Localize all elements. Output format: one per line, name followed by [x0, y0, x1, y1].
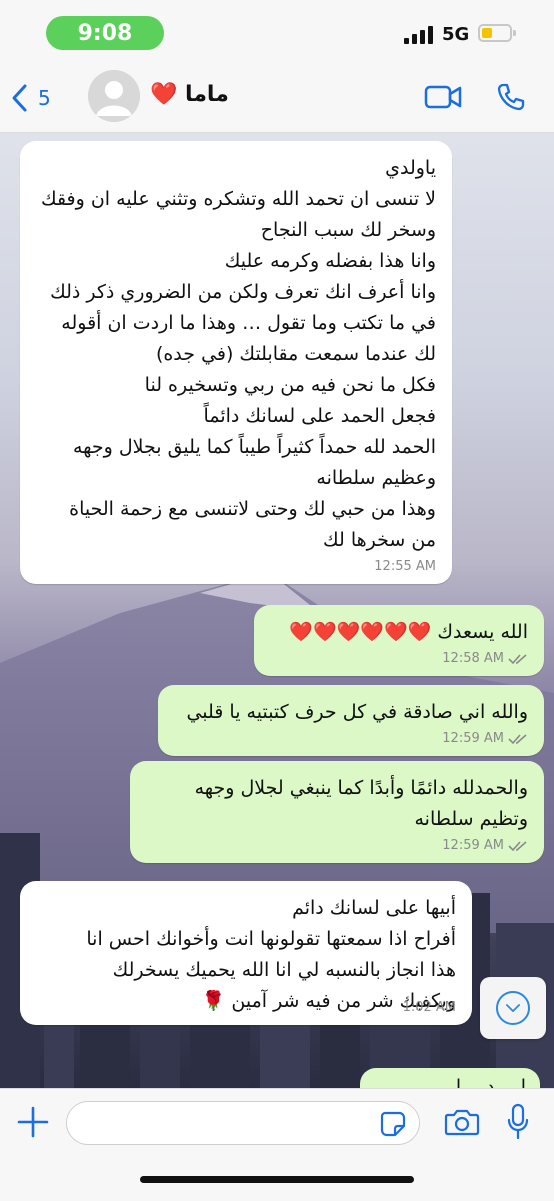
message-line: وتظيم سلطانه	[414, 808, 528, 830]
camera-icon[interactable]	[444, 1107, 480, 1137]
plus-icon[interactable]	[16, 1105, 50, 1139]
unread-count: 5	[38, 86, 51, 110]
message-line: أبيها على لسانك دائم	[292, 897, 456, 919]
status-bar: 9:08 5G	[0, 0, 554, 64]
message-line: ا…ـد…ـا…ـي …	[390, 1076, 526, 1088]
message-line: لا تنسى ان تحمد الله وتشكره وتثني عليه ا…	[40, 188, 436, 210]
message-line: هذا انجاز بالنسبه لي انا الله يحميك يسخر…	[112, 959, 456, 981]
chat-area[interactable]: ياولدي لا تنسى ان تحمد الله وتشكره وتثني…	[0, 133, 554, 1088]
message-meta: 12:58 AM	[270, 650, 528, 668]
message-line: وسخر لك سبب النجاح	[260, 219, 436, 241]
phone-call-icon[interactable]	[496, 82, 526, 112]
read-ticks-icon	[508, 653, 527, 664]
battery-icon	[478, 24, 516, 42]
message-time: 12:58 AM	[442, 651, 504, 666]
message-line: والله اني صادقة في كل حرف كتبتيه يا قلبي	[186, 701, 528, 723]
message-input[interactable]	[66, 1101, 420, 1145]
message-line: وانا هذا بفضله وكرمه عليك	[224, 250, 436, 272]
message-meta: 12:59 AM	[174, 730, 528, 748]
signal-icon	[404, 26, 436, 44]
message-line: الله يسعدك ❤️❤️❤️❤️❤️❤️	[289, 621, 528, 643]
status-time: 9:08	[46, 16, 164, 50]
sticker-icon[interactable]	[380, 1111, 406, 1137]
contact-name[interactable]: ماما ❤️	[150, 82, 229, 107]
chevron-down-icon	[496, 991, 530, 1025]
message-outgoing-partial[interactable]: ا…ـد…ـا…ـي …	[360, 1068, 540, 1088]
avatar[interactable]	[88, 70, 140, 122]
message-line: والحمدلله دائمًا وأبدًا كما ينبغي لجلال …	[194, 777, 528, 799]
message-line: ياولدي	[385, 157, 436, 179]
message-line: وانا أعرف انك تعرف ولكن من الضروري ذكر ذ…	[50, 281, 436, 303]
read-ticks-icon	[508, 840, 527, 851]
message-line: وهذا من حبي لك وحتى لاتنسى مع زحمة الحيا…	[69, 498, 436, 520]
message-line: فجعل الحمد على لسانك دائماً	[203, 405, 436, 427]
message-outgoing[interactable]: والله اني صادقة في كل حرف كتبتيه يا قلبي…	[158, 685, 544, 756]
message-incoming[interactable]: ياولدي لا تنسى ان تحمد الله وتشكره وتثني…	[20, 141, 452, 584]
microphone-icon[interactable]	[506, 1103, 530, 1141]
home-indicator	[140, 1176, 414, 1183]
back-button[interactable]: 5	[10, 82, 51, 114]
chevron-left-icon	[12, 84, 27, 112]
message-line: لك عندما سمعت مقابلتك (في جده)	[155, 343, 436, 365]
message-line: فكل ما نحن فيه من ربي وتسخيره لنا	[144, 374, 436, 396]
message-line: من سخرها لك	[323, 529, 436, 551]
message-outgoing[interactable]: والحمدلله دائمًا وأبدًا كما ينبغي لجلال …	[130, 761, 544, 863]
message-time: 12:59 AM	[442, 731, 504, 746]
message-time: 12:59 AM	[442, 838, 504, 853]
message-line: وعظيم سلطانه	[316, 467, 436, 489]
chat-header: 5 ماما ❤️	[0, 64, 554, 133]
message-line: في ما تكتب وما تقول … وهذا ما اردت ان أق…	[61, 312, 436, 334]
message-meta: 12:59 AM	[146, 837, 528, 855]
message-line: الحمد لله حمداً كثيراً طيباً كما يليق بج…	[72, 436, 436, 458]
message-incoming[interactable]: أبيها على لسانك دائم أفراح اذا سمعتها تق…	[20, 881, 472, 1025]
read-ticks-icon	[508, 733, 527, 744]
message-time: 12:55 AM	[374, 559, 436, 574]
video-call-icon[interactable]	[424, 84, 462, 110]
scroll-to-bottom-button[interactable]	[480, 977, 546, 1039]
network-type: 5G	[442, 24, 470, 45]
message-line: أفراح اذا سمعتها تقولونها انت وأخوانك اح…	[86, 928, 456, 950]
composer-bar	[0, 1088, 554, 1201]
message-outgoing[interactable]: الله يسعدك ❤️❤️❤️❤️❤️❤️ 12:58 AM	[254, 605, 544, 676]
